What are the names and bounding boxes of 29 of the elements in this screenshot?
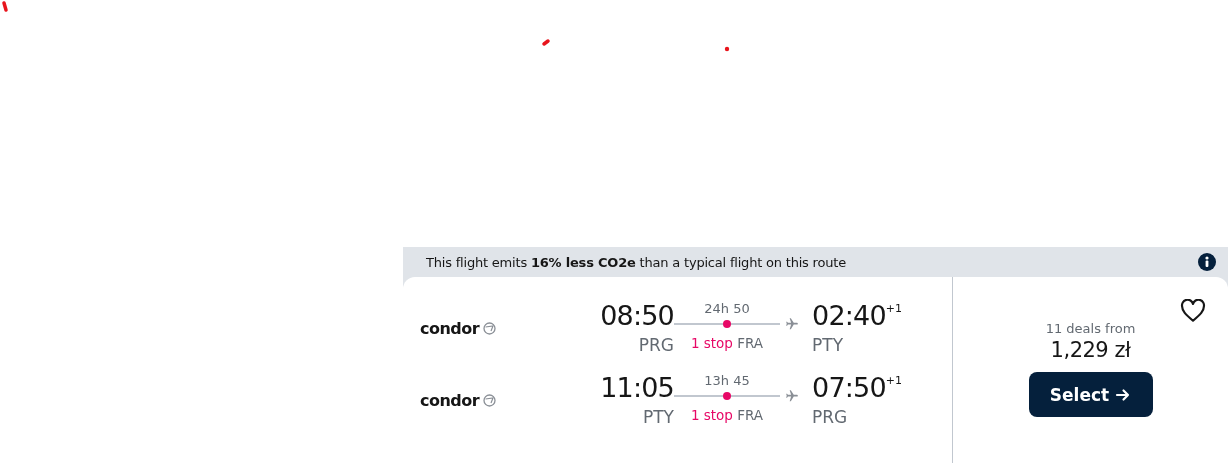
departure-airport: PRG <box>638 334 674 357</box>
stop-dot <box>723 320 731 328</box>
departure-time: 11:05 <box>600 371 674 405</box>
airline-name: condor <box>420 318 480 338</box>
airline-name: condor <box>420 390 480 410</box>
arrival-time: 02:40 <box>812 299 886 333</box>
departure-time: 08:50 <box>600 299 674 333</box>
stop-dot <box>723 392 731 400</box>
plane-icon <box>784 317 800 331</box>
heart-icon[interactable] <box>1180 299 1206 323</box>
flight-duration: 13h 45 <box>703 372 751 390</box>
plane-icon <box>784 389 800 403</box>
emissions-text: This flight emits 16% less CO2e than a typical flight on this route <box>426 254 846 270</box>
airline-logo-icon <box>483 393 497 407</box>
arrow-right-icon <box>1115 386 1132 403</box>
info-icon[interactable] <box>1198 253 1216 271</box>
flight-duration: 24h 50 <box>703 300 751 318</box>
departure-airport: PTY <box>642 406 674 429</box>
select-button[interactable]: Select <box>1028 372 1153 417</box>
deals-count: 11 deals from <box>1045 321 1136 336</box>
stops-text: 1 stop FRA <box>689 334 765 353</box>
arrival-time: 07:50 <box>812 371 886 405</box>
airline-logo-icon <box>483 321 497 335</box>
price: 1,229 zł <box>1050 338 1131 362</box>
day-offset: +1 <box>885 374 903 387</box>
day-offset: +1 <box>885 302 903 315</box>
stops-text: 1 stop FRA <box>689 406 765 425</box>
arrival-airport: PTY <box>812 334 844 357</box>
arrival-airport: PRG <box>812 406 848 429</box>
